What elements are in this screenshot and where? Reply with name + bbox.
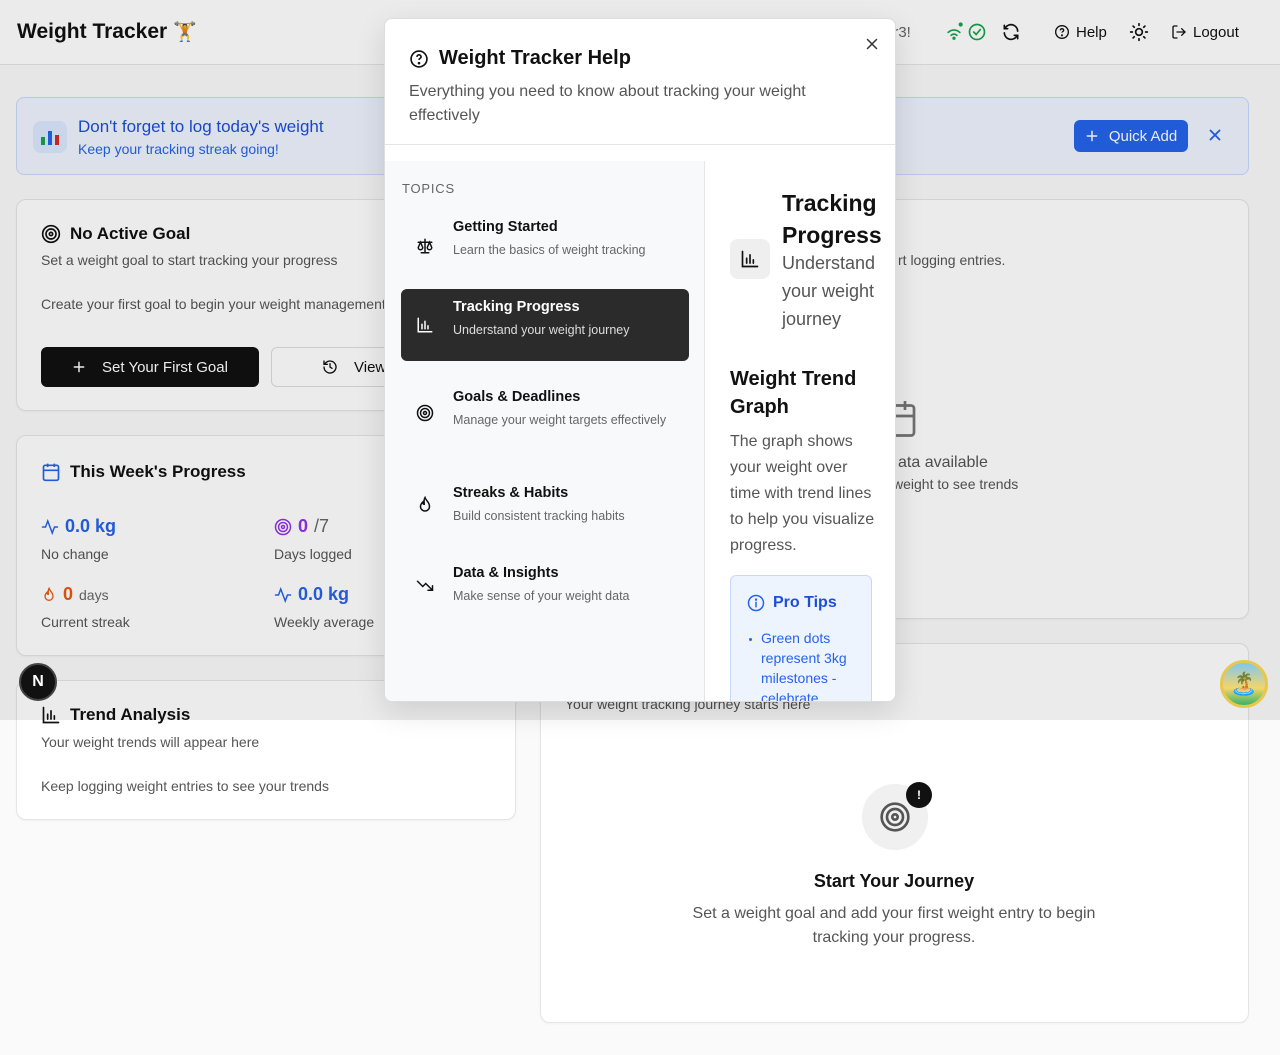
pro-tips-box: Pro Tips Green dots represent 3kg milest… — [730, 575, 872, 702]
help-dialog: Weight Tracker Help Everything you need … — [384, 18, 896, 702]
topic-streaks-habits[interactable]: Streaks & Habits Build consistent tracki… — [401, 475, 689, 535]
info-icon — [747, 594, 765, 612]
journey-empty-desc: Set a weight goal and add your first wei… — [692, 905, 1096, 946]
detail-section-text: The graph shows your weight over time wi… — [730, 433, 875, 554]
alert-badge: ! — [906, 782, 932, 808]
journey-empty-title: Start Your Journey — [813, 871, 975, 891]
detail-section-heading: Weight Trend Graph — [730, 368, 857, 418]
topic-title: Data & Insights — [453, 565, 559, 581]
bar-chart-icon — [730, 239, 770, 279]
topics-heading: TOPICS — [402, 181, 455, 196]
detail-subtitle: Understand your weight journey — [782, 253, 876, 329]
topic-desc: Manage your weight targets effectively — [453, 413, 667, 427]
help-circle-icon — [410, 49, 428, 68]
pro-tip-item: Green dots represent 3kg milestones - ce… — [761, 630, 847, 702]
topic-getting-started[interactable]: Getting Started Learn the basics of weig… — [401, 209, 689, 269]
palm-tree-icon: 🏝️ — [1230, 671, 1258, 696]
trend-card-body: Keep logging weight entries to see your … — [41, 778, 329, 794]
trending-down-icon — [416, 580, 434, 591]
flame-icon — [419, 496, 431, 512]
scale-icon — [417, 238, 433, 254]
help-dialog-title: Weight Tracker Help — [409, 47, 631, 70]
help-topics-sidebar: TOPICS Getting Started Learn the basics … — [385, 161, 705, 701]
topic-desc: Learn the basics of weight tracking — [453, 243, 646, 257]
topic-desc: Understand your weight journey — [453, 323, 630, 337]
user-avatar[interactable]: 🏝️ — [1220, 660, 1268, 708]
topic-tracking-progress[interactable]: Tracking Progress Understand your weight… — [401, 289, 689, 361]
help-dialog-title-text: Weight Tracker Help — [439, 47, 631, 69]
bullet — [749, 638, 752, 641]
topic-title: Goals & Deadlines — [453, 389, 581, 405]
topic-title: Getting Started — [453, 219, 558, 235]
bar-chart-icon — [417, 317, 433, 333]
target-icon — [416, 404, 434, 422]
trend-card-subtitle: Your weight trends will appear here — [41, 734, 260, 750]
topic-title: Tracking Progress — [453, 299, 580, 315]
dev-tools-badge[interactable]: N — [19, 663, 57, 701]
help-topic-detail: Tracking Progress Understand your weight… — [706, 161, 895, 702]
topic-data-insights[interactable]: Data & Insights Make sense of your weigh… — [401, 555, 689, 615]
pro-tips-title-text: Pro Tips — [773, 594, 837, 611]
pro-tips-title: Pro Tips — [747, 594, 837, 612]
detail-title: Tracking Progress — [782, 190, 882, 248]
topic-desc: Make sense of your weight data — [453, 589, 630, 603]
topic-goals-deadlines[interactable]: Goals & Deadlines Manage your weight tar… — [401, 379, 689, 455]
help-dialog-subtitle: Everything you need to know about tracki… — [409, 83, 806, 124]
close-icon[interactable] — [863, 35, 881, 53]
topic-title: Streaks & Habits — [453, 485, 569, 501]
divider — [385, 144, 895, 145]
topic-desc: Build consistent tracking habits — [453, 509, 625, 523]
target-icon — [880, 802, 910, 832]
